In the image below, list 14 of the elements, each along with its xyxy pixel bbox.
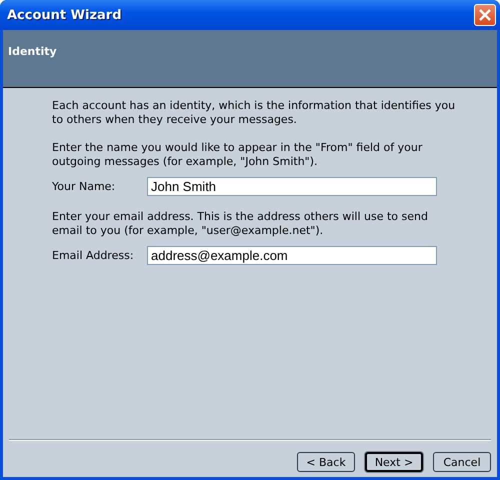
field-label: Email Address: bbox=[52, 249, 135, 262]
window-title: Account Wizard bbox=[7, 8, 122, 22]
wizard-button[interactable]: < Back bbox=[297, 452, 355, 472]
intro-text: Each account has an identity, which is the information that identifies you to others when they receive your messages. bbox=[52, 99, 456, 127]
close-icon bbox=[479, 9, 491, 21]
field-label: Your Name: bbox=[52, 180, 116, 193]
wizard-button[interactable]: Next > bbox=[365, 452, 423, 472]
input-field[interactable]: address@example.com bbox=[147, 246, 437, 265]
input-field[interactable]: John Smith bbox=[147, 177, 437, 196]
field-description: Enter your email address. This is the address others will use to send email to you (for example, "user@example.net"). bbox=[52, 210, 429, 238]
field-description: Enter the name you would like to appear in the "From" field of your outgoing messages (for example, "John Smith"). bbox=[52, 141, 424, 169]
wizard-button[interactable]: Cancel bbox=[433, 452, 491, 472]
page-title: Identity bbox=[8, 45, 57, 58]
close-button[interactable] bbox=[474, 4, 496, 26]
